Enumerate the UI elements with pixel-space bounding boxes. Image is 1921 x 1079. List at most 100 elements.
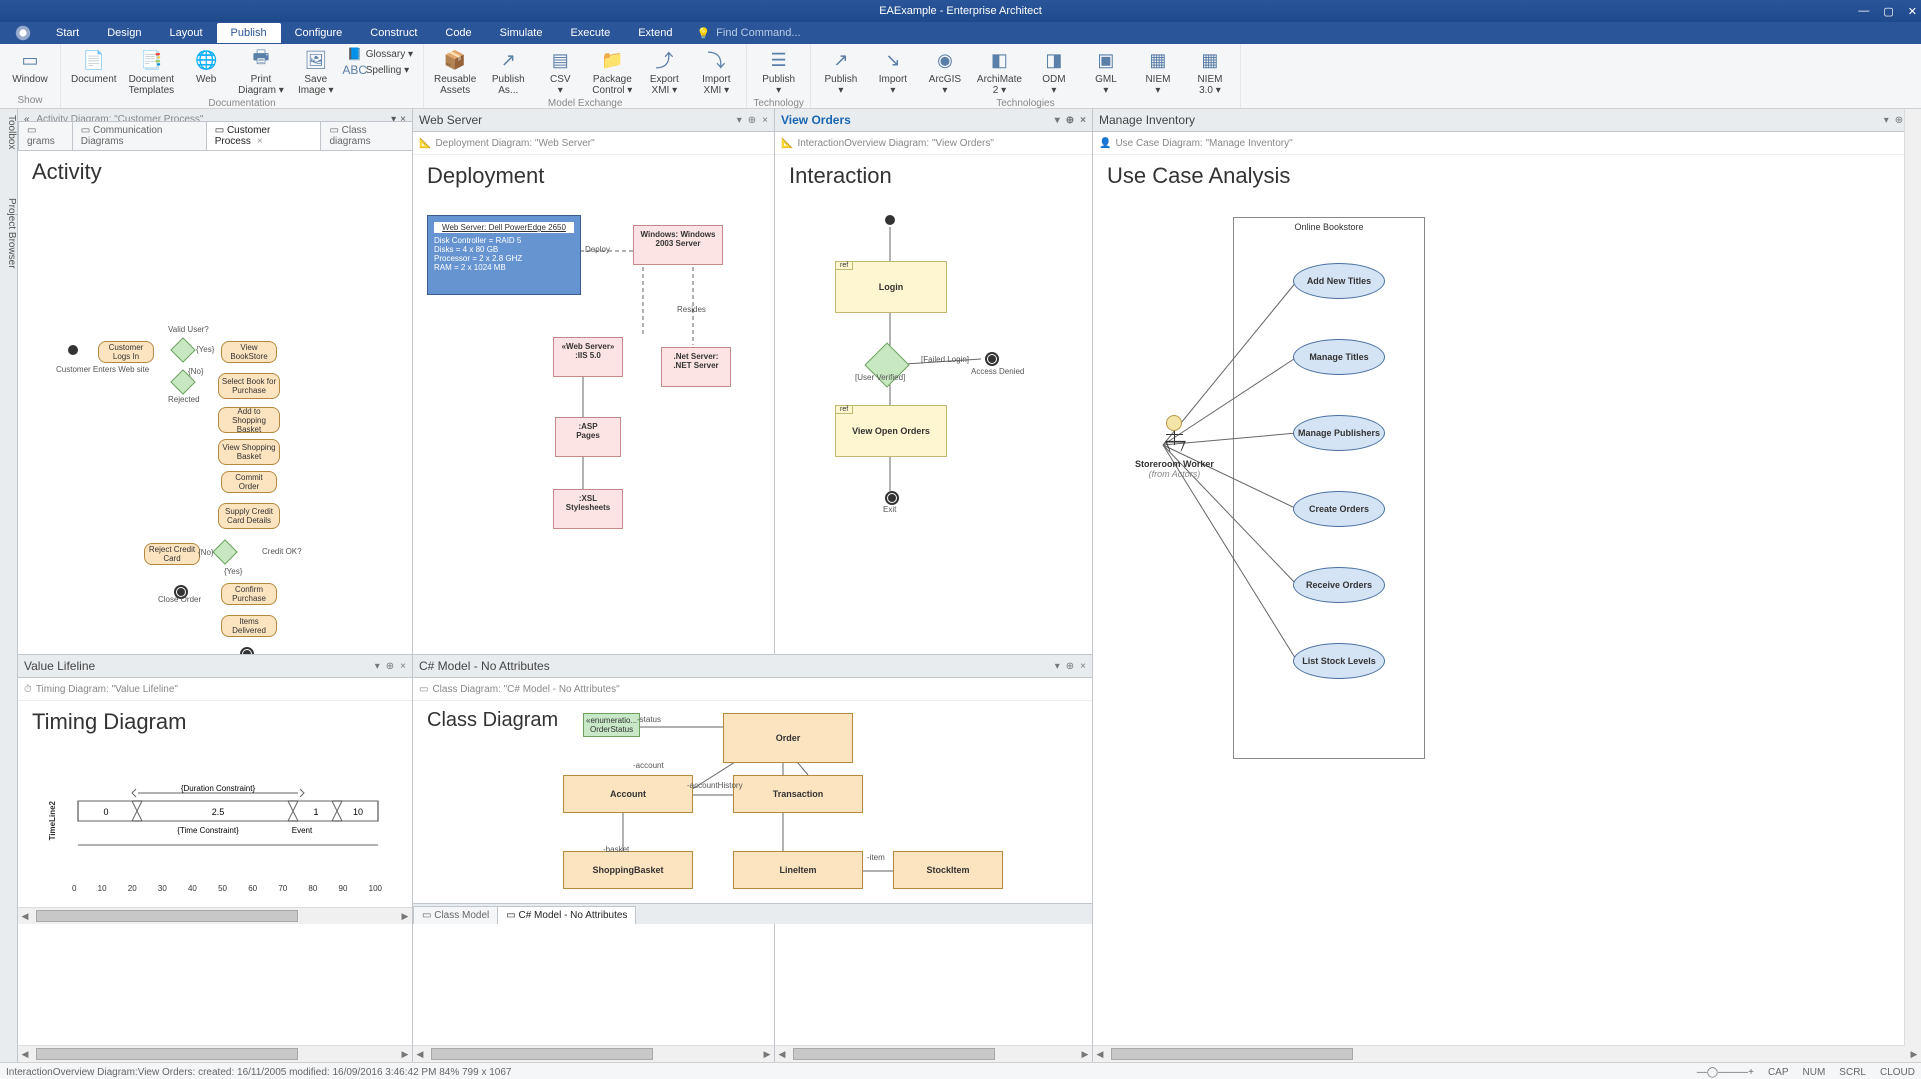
activity-node[interactable]: Supply Credit Card Details: [218, 503, 280, 529]
activity-node[interactable]: Add to Shopping Basket: [218, 407, 280, 433]
activity-node[interactable]: Customer Logs In: [98, 341, 154, 363]
class-node[interactable]: Transaction: [733, 775, 863, 813]
close-icon[interactable]: ×: [762, 115, 768, 126]
ribbon-reusable-assets[interactable]: 📦ReusableAssets: [430, 46, 480, 98]
ribbon-gml-[interactable]: ▣GML▾: [1082, 46, 1130, 98]
use-case[interactable]: Create Orders: [1293, 491, 1385, 527]
deployment-node[interactable]: :ASP Pages: [555, 417, 621, 457]
ribbon-import-xmi-[interactable]: ⤵ImportXMI ▾: [692, 46, 740, 98]
tab-class-model[interactable]: ▭ Class Model: [413, 906, 498, 924]
class-node[interactable]: ShoppingBasket: [563, 851, 693, 889]
zoom-slider[interactable]: —◯———+: [1697, 1067, 1754, 1078]
activity-node[interactable]: View Shopping Basket: [218, 439, 280, 465]
menu-layout[interactable]: Layout: [155, 23, 216, 43]
ribbon-archimate-[interactable]: ◧ArchiMate2 ▾: [973, 46, 1026, 98]
class-canvas[interactable]: Class Diagram «enumeratio...OrderStatusO…: [413, 701, 1092, 903]
menu-simulate[interactable]: Simulate: [486, 23, 557, 43]
ribbon-export-xmi-[interactable]: ⤴ExportXMI ▾: [640, 46, 688, 98]
hscrollbar[interactable]: ◀▶: [413, 1045, 774, 1062]
title-bar: EAExample - Enterprise Architect — ▢ ✕: [0, 0, 1921, 22]
cs-tabs: ▭ Class Model ▭ C# Model - No Attributes: [413, 903, 1092, 924]
use-case[interactable]: Receive Orders: [1293, 567, 1385, 603]
use-case[interactable]: Add New Titles: [1293, 263, 1385, 299]
activity-node[interactable]: View BookStore: [221, 341, 277, 363]
maximize-icon[interactable]: ▢: [1883, 5, 1893, 18]
ribbon-publish-[interactable]: ☰Publish▾: [755, 46, 803, 98]
svg-text:{Duration Constraint}: {Duration Constraint}: [181, 784, 256, 793]
ribbon-publish-[interactable]: ↗Publish▾: [817, 46, 865, 98]
tab-cs-model[interactable]: ▭ C# Model - No Attributes: [497, 906, 636, 924]
ribbon-document-templates[interactable]: 📑DocumentTemplates: [125, 46, 179, 98]
ribbon-document[interactable]: 📄Document: [67, 46, 121, 87]
menu-construct[interactable]: Construct: [356, 23, 431, 43]
ribbon-niem-[interactable]: ▦NIEM3.0 ▾: [1186, 46, 1234, 98]
class-node[interactable]: StockItem: [893, 851, 1003, 889]
timing-canvas[interactable]: Timing Diagram TimeLine2 {Duration Const…: [18, 701, 412, 907]
hscrollbar[interactable]: ◀▶: [18, 907, 412, 924]
ribbon-publish-as-[interactable]: ↗PublishAs...: [484, 46, 532, 98]
hscrollbar[interactable]: ◀▶: [775, 1045, 1092, 1062]
deployment-node[interactable]: «Web Server» :IIS 5.0: [553, 337, 623, 377]
dropdown-icon[interactable]: ▾: [737, 115, 742, 126]
menu-execute[interactable]: Execute: [556, 23, 624, 43]
class-node[interactable]: LineItem: [733, 851, 863, 889]
use-case[interactable]: Manage Publishers: [1293, 415, 1385, 451]
class-node[interactable]: Order: [723, 713, 853, 763]
find-command[interactable]: 💡 Find Command...: [696, 27, 800, 40]
activity-node[interactable]: Select Book for Purchase: [218, 373, 280, 399]
ribbon-package-control-[interactable]: 📁PackageControl ▾: [588, 46, 636, 98]
activity-node[interactable]: Reject Credit Card: [144, 543, 200, 565]
menu-extend[interactable]: Extend: [624, 23, 686, 43]
ribbon-save-image-[interactable]: 🖼SaveImage ▾: [292, 46, 340, 98]
ribbon-arcgis-[interactable]: ◉ArcGIS▾: [921, 46, 969, 98]
menu-code[interactable]: Code: [431, 23, 485, 43]
diagram-title: Deployment: [413, 155, 774, 197]
diagram-path: 👤Use Case Diagram: "Manage Inventory": [1093, 132, 1921, 155]
pane-header[interactable]: View Orders▾⊕×: [775, 109, 1092, 132]
pane-header[interactable]: Manage Inventory▾⊕×: [1093, 109, 1921, 132]
close-icon[interactable]: ✕: [1908, 5, 1917, 18]
activity-tabs: ▭ grams▭ Communication Diagrams▭ Custome…: [18, 130, 412, 151]
pane-header[interactable]: Web Server▾⊕×: [413, 109, 774, 132]
menu-configure[interactable]: Configure: [281, 23, 357, 43]
diagram-path: ▭Class Diagram: "C# Model - No Attribute…: [413, 678, 1092, 701]
menu-start[interactable]: Start: [42, 23, 93, 43]
tab-communication-diagrams[interactable]: ▭ Communication Diagrams: [72, 121, 207, 150]
app-logo-icon: [14, 24, 32, 42]
ribbon-niem-[interactable]: ▦NIEM▾: [1134, 46, 1182, 98]
hscrollbar[interactable]: ◀▶: [18, 1045, 412, 1062]
enum-node[interactable]: «enumeratio...OrderStatus: [583, 713, 640, 737]
device-node[interactable]: Web Server: Dell PowerEdge 2650Disk Cont…: [427, 215, 581, 295]
activity-node[interactable]: Confirm Purchase: [221, 583, 277, 605]
ribbon-web[interactable]: 🌐Web: [182, 46, 230, 87]
ribbon-csv-[interactable]: ▤CSV▾: [536, 46, 584, 98]
deployment-node[interactable]: :XSL Stylesheets: [553, 489, 623, 529]
pane-header[interactable]: C# Model - No Attributes▾⊕×: [413, 655, 1092, 678]
interaction-ref[interactable]: refView Open Orders: [835, 405, 947, 457]
activity-node[interactable]: Commit Order: [221, 471, 277, 493]
interaction-ref[interactable]: refLogin: [835, 261, 947, 313]
ribbon-window[interactable]: ▭Window: [6, 46, 54, 87]
toolbox-collapsed-tab[interactable]: Toolbox Project Browser: [0, 109, 18, 1062]
tab-class-diagrams[interactable]: ▭ Class diagrams: [320, 121, 413, 150]
menu-publish[interactable]: Publish: [217, 23, 281, 43]
ribbon-import-[interactable]: ↘Import▾: [869, 46, 917, 98]
hscrollbar[interactable]: ◀▶: [1093, 1045, 1921, 1062]
use-case[interactable]: Manage Titles: [1293, 339, 1385, 375]
deployment-node[interactable]: Windows: Windows 2003 Server: [633, 225, 723, 265]
tab-grams[interactable]: ▭ grams: [18, 121, 73, 150]
class-node[interactable]: Account: [563, 775, 693, 813]
ribbon-print-diagram-[interactable]: 🖶PrintDiagram ▾: [234, 46, 288, 98]
minimize-icon[interactable]: —: [1858, 5, 1869, 18]
deployment-node[interactable]: .Net Server: .NET Server: [661, 347, 731, 387]
tab-customer-process[interactable]: ▭ Customer Process×: [206, 121, 322, 150]
svg-text:1: 1: [313, 807, 318, 817]
activity-node[interactable]: Items Delivered: [221, 615, 277, 637]
menu-design[interactable]: Design: [93, 23, 155, 43]
ribbon-odm-[interactable]: ◨ODM▾: [1030, 46, 1078, 98]
status-right: —◯———+ CAP NUM SCRL CLOUD: [1697, 1067, 1915, 1078]
pin-icon[interactable]: ⊕: [748, 115, 756, 126]
pane-header[interactable]: Value Lifeline▾⊕×: [18, 655, 412, 678]
svg-text:{Time Constraint}: {Time Constraint}: [177, 826, 239, 835]
actor[interactable]: Storeroom Worker(from Actors): [1135, 415, 1214, 479]
